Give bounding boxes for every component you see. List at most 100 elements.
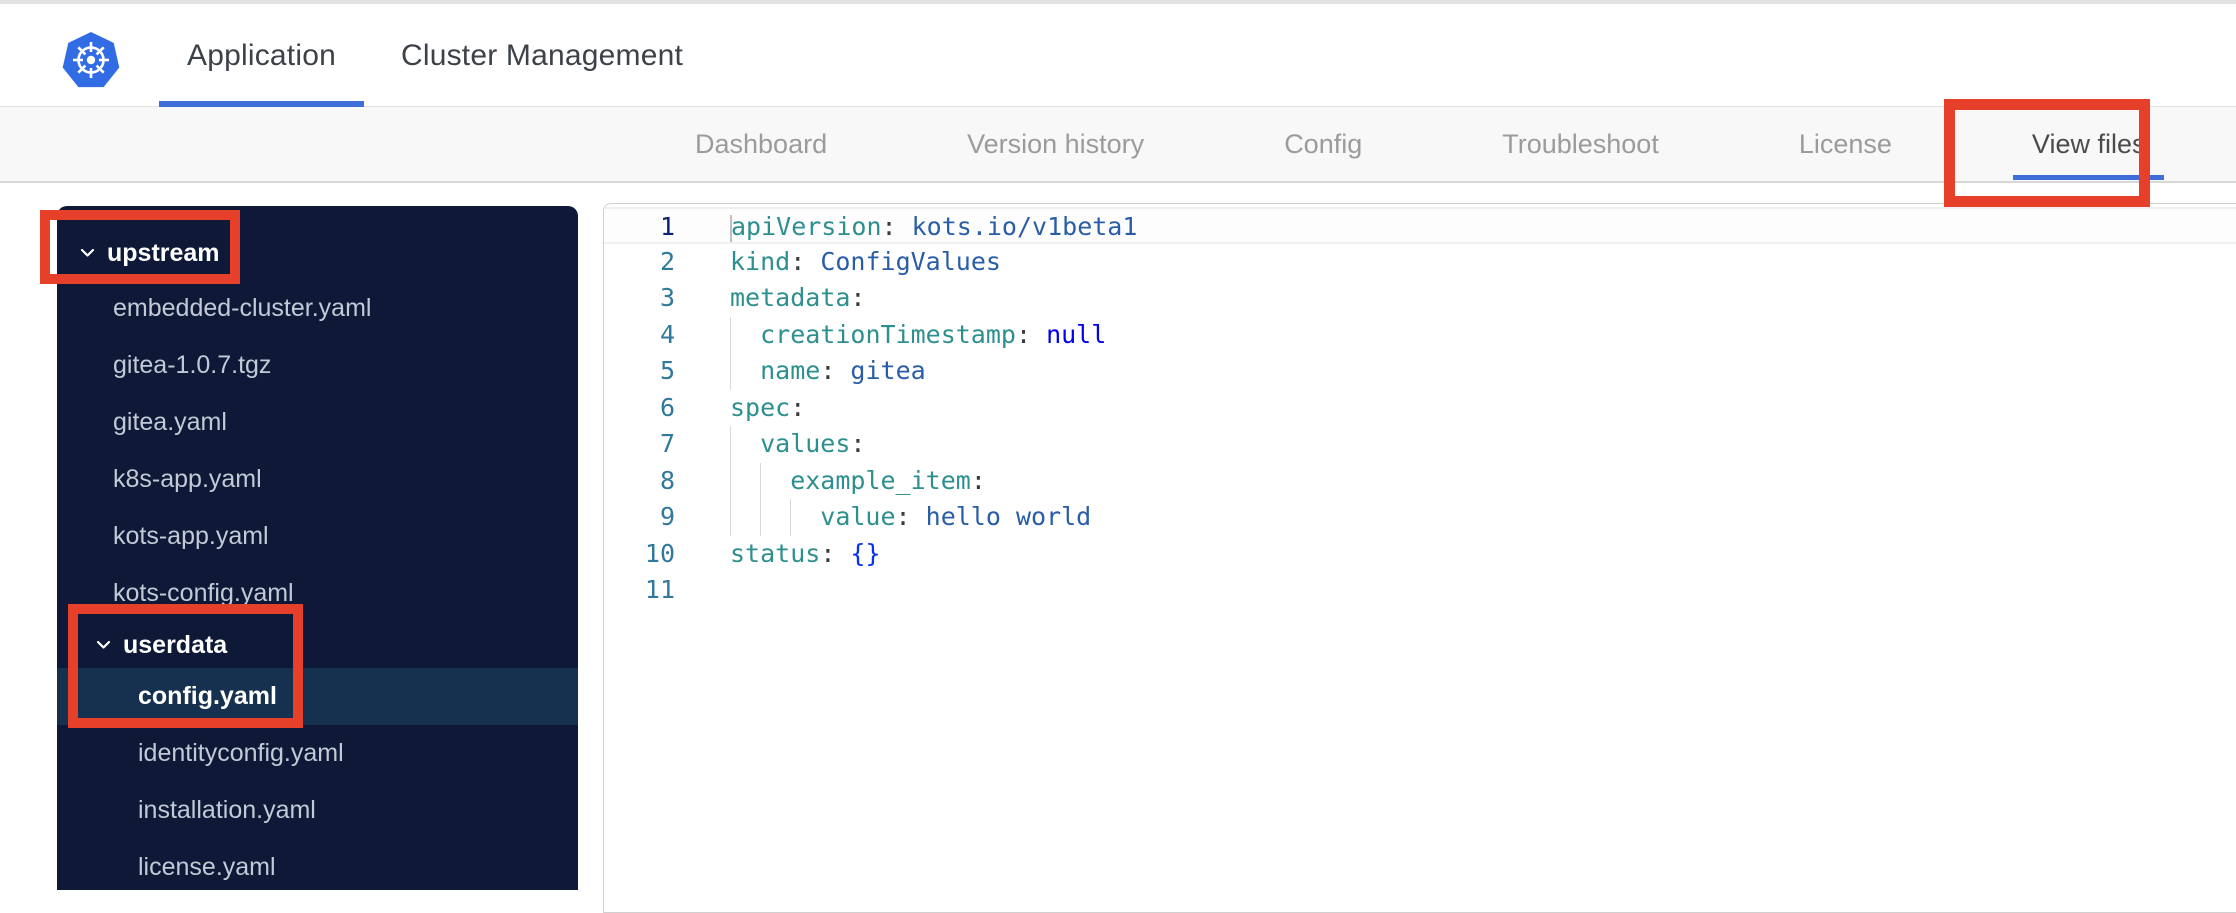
code-line-5[interactable]: 5 name: gitea — [604, 353, 2236, 390]
tab-version-history[interactable]: Version history — [967, 107, 1144, 181]
line-number: 8 — [659, 465, 675, 495]
tree-file-installation-yaml[interactable]: installation.yaml — [57, 782, 578, 839]
code-line-3[interactable]: 3 metadata: — [604, 280, 2236, 317]
nav-tab-label: Application — [187, 38, 336, 72]
subnav-tab-label: View files — [2031, 128, 2146, 159]
top-navbar: Application Cluster Management — [0, 4, 2236, 107]
code-line-content: values: — [730, 426, 865, 463]
token-pun: : — [850, 429, 866, 458]
token-pun: : — [850, 283, 866, 312]
indent-guide — [730, 499, 760, 536]
line-number: 4 — [659, 319, 675, 349]
tree-item-label: userdata — [123, 630, 228, 659]
token-key: spec — [730, 392, 791, 422]
line-number: 9 — [659, 502, 675, 531]
kubernetes-logo-icon — [62, 32, 120, 88]
tree-file-k8s-app-yaml[interactable]: k8s-app.yaml — [57, 451, 578, 508]
chevron-down-icon — [96, 640, 111, 650]
subnav-tab-label: Version history — [967, 128, 1145, 159]
tree-item-label: gitea-1.0.7.tgz — [113, 351, 272, 379]
token-str: kots.io/v1beta1 — [911, 212, 1138, 241]
indent-guide — [730, 462, 760, 499]
tree-item-label: installation.yaml — [138, 796, 316, 824]
line-number: 11 — [644, 575, 675, 604]
token-key: name — [760, 356, 821, 385]
token-key: values — [760, 429, 851, 458]
code-line-6[interactable]: 6 spec: — [604, 390, 2236, 427]
code-line-content: status: {} — [730, 536, 881, 573]
line-number: 2 — [659, 246, 675, 276]
token-pun: : — [820, 356, 851, 385]
token-pun: : — [790, 246, 821, 276]
nav-tab-application[interactable]: Application — [159, 4, 364, 107]
nav-tab-cluster-management[interactable]: Cluster Management — [373, 4, 711, 107]
subnav-tab-label: Config — [1284, 128, 1363, 159]
tree-item-label: license.yaml — [138, 853, 276, 881]
code-line-content: name: gitea — [730, 353, 926, 390]
tree-file-gitea-yaml[interactable]: gitea.yaml — [57, 394, 578, 451]
tab-troubleshoot[interactable]: Troubleshoot — [1502, 107, 1659, 181]
line-number: 3 — [659, 283, 675, 312]
code-line-content: value: hello world — [730, 499, 1091, 536]
line-number: 10 — [644, 538, 675, 568]
tree-item-label: config.yaml — [138, 682, 277, 710]
code-line-8[interactable]: 8 example_item: — [604, 462, 2236, 499]
code-line-9[interactable]: 9 value: hello world — [604, 499, 2236, 536]
tree-folder-upstream[interactable]: upstream — [57, 226, 578, 280]
code-line-4[interactable]: 4 creationTimestamp: null — [604, 316, 2236, 353]
token-key: apiVersion — [731, 212, 882, 241]
tree-item-label: upstream — [107, 238, 220, 267]
code-line-7[interactable]: 7 values: — [604, 426, 2236, 463]
indent-guide — [730, 353, 760, 390]
indent-guide — [730, 426, 760, 463]
token-str: ConfigValues — [820, 246, 1001, 276]
token-key: metadata — [730, 283, 851, 312]
kubernetes-logo[interactable] — [62, 32, 120, 90]
code-line-content: apiVersion: kots.io/v1beta1 — [730, 209, 1137, 242]
tree-item-label: kots-app.yaml — [113, 522, 269, 550]
tree-file-kots-app-yaml[interactable]: kots-app.yaml — [57, 508, 578, 565]
tree-folder-userdata[interactable]: userdata — [57, 622, 578, 668]
code-line-11[interactable]: 11 — [604, 572, 2236, 609]
tab-dashboard[interactable]: Dashboard — [695, 107, 827, 181]
subnav-tabs: Dashboard Version history Config Troublesho… — [0, 107, 2236, 181]
indent-guide — [760, 499, 790, 536]
tree-item-label: embedded-cluster.yaml — [113, 294, 372, 322]
token-kw: null — [1046, 319, 1107, 349]
code-line-10[interactable]: 10 status: {} — [604, 536, 2236, 573]
code-line-2[interactable]: 2 kind: ConfigValues — [604, 244, 2236, 281]
token-pun: : — [881, 212, 912, 241]
code-line-content: creationTimestamp: null — [730, 316, 1107, 353]
code-line-content: spec: — [730, 390, 805, 427]
token-pun: : — [1015, 319, 1047, 349]
tree-file-embedded-cluster-yaml[interactable]: embedded-cluster.yaml — [57, 280, 578, 337]
yaml-editor-panel[interactable]: 1 apiVersion: kots.io/v1beta1 2 kind: Confi… — [603, 203, 2236, 913]
tree-file-gitea-1-0-7-tgz[interactable]: gitea-1.0.7.tgz — [57, 337, 578, 394]
token-key: value — [820, 502, 896, 531]
tree-file-kots-config-yaml[interactable]: kots-config.yaml — [57, 565, 578, 622]
line-number: 7 — [659, 429, 675, 458]
token-key: creationTimestamp — [760, 319, 1016, 349]
subnav-tab-label: Dashboard — [695, 128, 828, 159]
file-tree-sidebar: upstream embedded-cluster.yaml gitea-1.0.7… — [57, 206, 578, 890]
tab-license[interactable]: License — [1799, 107, 1892, 181]
indent-guide — [730, 316, 760, 353]
tab-config[interactable]: Config — [1284, 107, 1362, 181]
line-number: 1 — [659, 212, 675, 241]
indent-guide — [790, 499, 820, 536]
token-key: kind — [730, 246, 791, 276]
tree-file-identityconfig-yaml[interactable]: identityconfig.yaml — [57, 725, 578, 782]
chevron-down-icon — [80, 248, 95, 257]
subnav-tab-label: License — [1798, 128, 1892, 159]
token-pun: : — [970, 465, 986, 495]
tab-view-files[interactable]: View files — [2012, 107, 2164, 181]
tree-file-license-yaml[interactable]: license.yaml — [57, 839, 578, 890]
code-line-1[interactable]: 1 apiVersion: kots.io/v1beta1 — [604, 207, 2236, 244]
subnav-tab-label: Troubleshoot — [1502, 128, 1659, 159]
chevron-down-icon — [80, 248, 95, 258]
nav-tab-label: Cluster Management — [400, 38, 684, 72]
tree-file-config-yaml[interactable]: config.yaml — [57, 668, 578, 725]
token-pun: : — [820, 538, 851, 568]
tree-item-label: k8s-app.yaml — [113, 465, 262, 493]
code-line-content: example_item: — [730, 462, 986, 499]
